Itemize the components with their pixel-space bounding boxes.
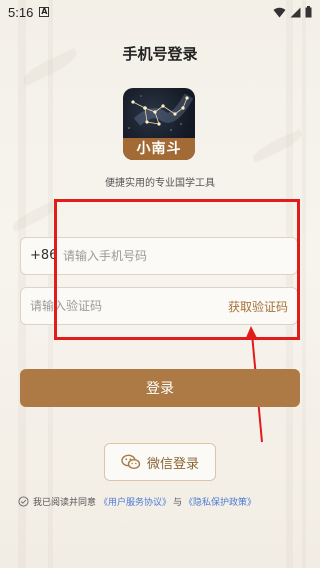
bamboo-decoration bbox=[286, 0, 293, 568]
verification-code-field: 获取验证码 bbox=[20, 287, 298, 325]
phone-field: +86 bbox=[20, 237, 298, 275]
agreement-conjunction: 与 bbox=[173, 498, 183, 508]
check-circle-icon[interactable] bbox=[18, 496, 29, 507]
wechat-login-button[interactable]: 微信登录 bbox=[104, 443, 216, 481]
status-time: 5:16 bbox=[8, 4, 34, 20]
status-bar: 5:16 A bbox=[0, 0, 320, 24]
country-code[interactable]: +86 bbox=[21, 247, 57, 265]
battery-icon bbox=[305, 6, 312, 18]
bamboo-decoration bbox=[48, 0, 53, 568]
privacy-policy-link[interactable]: 《隐私保护政策》 bbox=[184, 495, 256, 508]
user-agreement-link[interactable]: 《用户服务协议》 bbox=[99, 495, 171, 508]
wechat-login-label: 微信登录 bbox=[146, 456, 199, 472]
signal-icon bbox=[290, 7, 301, 17]
app-subtitle: 便捷实用的专业国学工具 bbox=[105, 178, 215, 189]
app-logo: 小南斗 bbox=[123, 88, 195, 160]
verification-code-input[interactable] bbox=[30, 299, 210, 313]
status-indicator: A bbox=[39, 7, 50, 17]
page-title: 手机号登录 bbox=[122, 45, 198, 63]
wechat-icon bbox=[121, 454, 141, 470]
status-icons bbox=[273, 6, 312, 18]
agreement-row: 我已阅读并同意 《用户服务协议》 与 《隐私保护政策》 bbox=[18, 495, 308, 508]
bamboo-decoration bbox=[302, 0, 306, 568]
constellation-icon bbox=[128, 93, 194, 131]
wifi-icon bbox=[273, 7, 286, 17]
agreement-prefix: 我已阅读并同意 bbox=[33, 498, 97, 508]
phone-input[interactable] bbox=[63, 249, 283, 263]
login-button[interactable]: 登录 bbox=[20, 369, 300, 407]
leaf-decoration bbox=[250, 128, 305, 164]
get-code-button[interactable]: 获取验证码 bbox=[228, 298, 288, 315]
logo-label: 小南斗 bbox=[123, 138, 195, 160]
